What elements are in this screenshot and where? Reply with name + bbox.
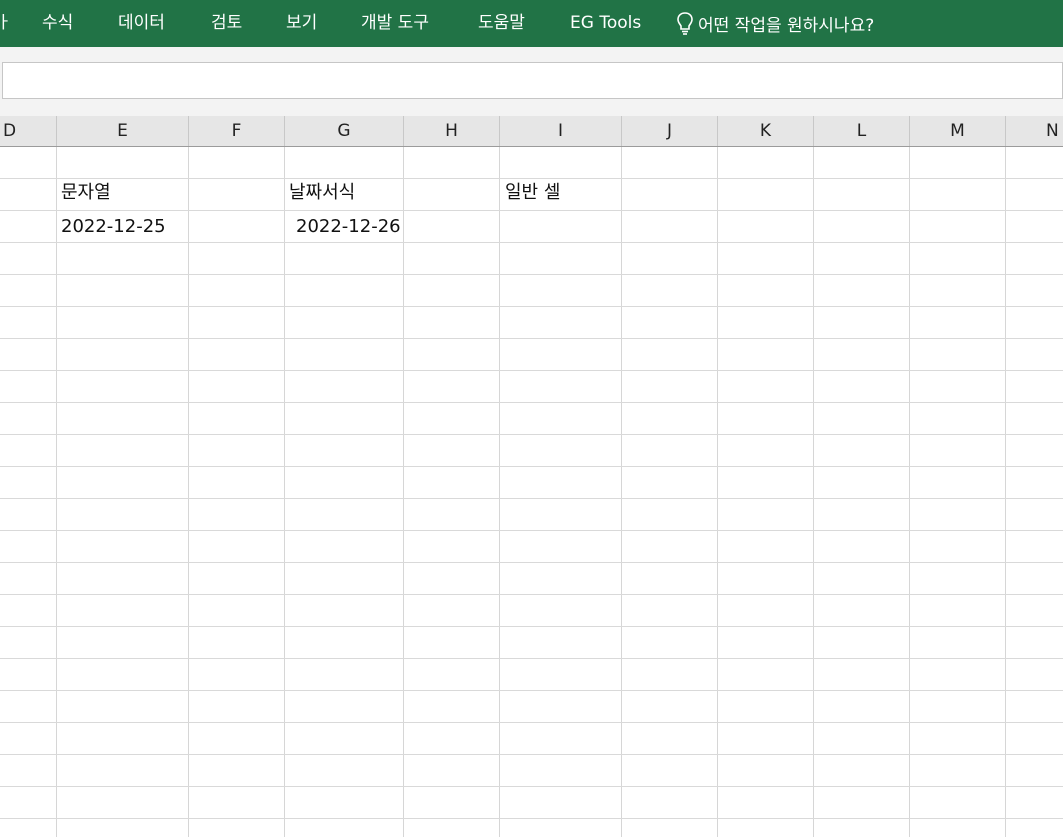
column-header-d[interactable]: D — [0, 116, 57, 146]
gridline — [0, 594, 1063, 595]
gridline — [0, 754, 1063, 755]
column-header-e[interactable]: E — [57, 116, 189, 146]
gridline — [403, 147, 404, 837]
formula-input[interactable] — [2, 62, 1063, 99]
gridline — [0, 370, 1063, 371]
tab-view[interactable]: 보기 — [286, 11, 317, 35]
gridline — [0, 210, 1063, 211]
gridline — [0, 690, 1063, 691]
gridline — [813, 147, 814, 837]
gridline — [0, 562, 1063, 563]
gridline — [0, 626, 1063, 627]
column-header-m[interactable]: M — [910, 116, 1006, 146]
gridline — [0, 658, 1063, 659]
gridline — [0, 818, 1063, 819]
cell-e3[interactable]: 2022-12-25 — [61, 215, 166, 239]
tab-eg-tools[interactable]: EG Tools — [570, 11, 641, 35]
gridline — [499, 147, 500, 837]
gridline — [0, 530, 1063, 531]
column-header-l[interactable]: L — [814, 116, 910, 146]
gridline — [0, 466, 1063, 467]
gridline — [284, 147, 285, 837]
tell-me-text: 어떤 작업을 원하시나요? — [698, 15, 875, 36]
formula-bar-area — [0, 47, 1063, 116]
gridline — [0, 786, 1063, 787]
excel-window: ㅏ 수식 데이터 검토 보기 개발 도구 도움말 EG Tools 어떤 작업을… — [0, 0, 1063, 837]
cell-e2[interactable]: 문자열 — [61, 181, 111, 205]
column-header-k[interactable]: K — [718, 116, 814, 146]
tab-review[interactable]: 검토 — [211, 11, 242, 35]
column-header-g[interactable]: G — [285, 116, 404, 146]
gridline — [717, 147, 718, 837]
gridline — [0, 242, 1063, 243]
cell-g3[interactable]: 2022-12-26 — [296, 215, 401, 239]
gridline — [0, 338, 1063, 339]
cell-i2[interactable]: 일반 셀 — [505, 181, 560, 205]
column-header-row: D E F G H I J K L M N — [0, 116, 1063, 147]
gridline — [0, 306, 1063, 307]
gridline — [1005, 147, 1006, 837]
tab-data[interactable]: 데이터 — [118, 11, 165, 35]
cell-g2[interactable]: 날짜서식 — [289, 181, 355, 205]
tab-formulas[interactable]: 수식 — [42, 11, 73, 35]
column-header-i[interactable]: I — [500, 116, 622, 146]
gridline — [0, 498, 1063, 499]
tell-me-box[interactable]: 어떤 작업을 원하시나요? — [676, 11, 875, 36]
column-header-j[interactable]: J — [622, 116, 718, 146]
tab-help[interactable]: 도움말 — [478, 11, 525, 35]
column-header-h[interactable]: H — [404, 116, 500, 146]
column-header-n[interactable]: N — [1006, 116, 1063, 146]
gridline — [0, 402, 1063, 403]
gridline — [0, 434, 1063, 435]
gridline — [0, 722, 1063, 723]
column-header-f[interactable]: F — [189, 116, 285, 146]
worksheet-grid[interactable]: 문자열 날짜서식 일반 셀 2022-12-25 2022-12-26 — [0, 147, 1063, 837]
gridline — [0, 178, 1063, 179]
gridline — [621, 147, 622, 837]
tab-partial[interactable]: ㅏ — [0, 11, 12, 35]
lightbulb-icon — [677, 12, 693, 35]
gridline — [909, 147, 910, 837]
ribbon-tab-bar: ㅏ 수식 데이터 검토 보기 개발 도구 도움말 EG Tools 어떤 작업을… — [0, 0, 1063, 47]
tab-developer[interactable]: 개발 도구 — [361, 11, 429, 35]
gridline — [0, 274, 1063, 275]
gridline — [188, 147, 189, 837]
gridline — [56, 147, 57, 837]
